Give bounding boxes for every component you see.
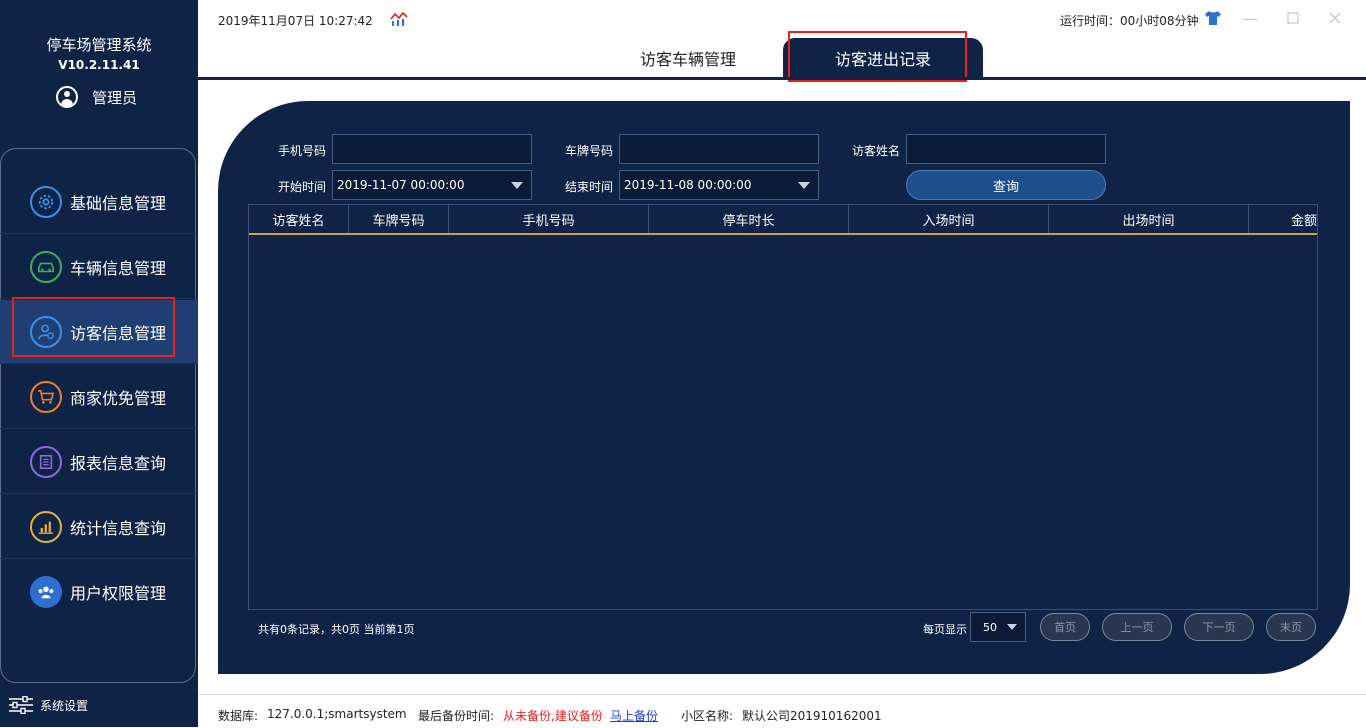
record-summary: 共有0条记录，共0页 当前第1页	[258, 623, 415, 636]
sidebar-item-basic-info[interactable]: 基础信息管理	[0, 170, 198, 234]
plate-input[interactable]	[619, 134, 819, 164]
user-avatar-icon	[56, 86, 78, 108]
visitor-name-input[interactable]	[906, 134, 1106, 164]
first-page-button[interactable]: 首页	[1040, 613, 1090, 641]
car-icon	[30, 250, 62, 283]
visitor-name-label: 访客姓名	[852, 144, 901, 158]
column-header[interactable]: 手机号码	[449, 205, 649, 233]
minimize-icon[interactable]: —	[1240, 8, 1260, 28]
column-header[interactable]: 出场时间	[1049, 205, 1249, 233]
per-page-select[interactable]: 50	[970, 612, 1026, 642]
tab-visitor-vehicle-management[interactable]: 访客车辆管理	[608, 38, 768, 78]
sidebar-item-report-query[interactable]: 报表信息查询	[0, 430, 198, 494]
sidebar-item-label: 基础信息管理	[70, 193, 167, 213]
end-time-value: 2019-11-08 00:00:00	[624, 178, 752, 192]
chart-icon[interactable]	[390, 11, 408, 27]
community-value: 默认公司201910162001	[742, 709, 882, 723]
last-page-button[interactable]: 末页	[1266, 613, 1316, 641]
sidebar-item-user-permission[interactable]: 用户权限管理	[0, 560, 198, 624]
sidebar-item-label: 统计信息查询	[70, 518, 167, 538]
user-info[interactable]: 管理员	[56, 84, 137, 110]
chevron-down-icon	[798, 182, 810, 189]
bar-chart-icon	[30, 510, 62, 543]
backup-warning: 从未备份,建议备份	[503, 709, 603, 723]
per-page-label: 每页显示	[923, 623, 967, 636]
current-datetime: 2019年11月07日 10:27:42	[218, 14, 373, 28]
plate-label: 车牌号码	[565, 144, 614, 158]
sidebar-item-merchant-discount[interactable]: 商家优免管理	[0, 365, 198, 429]
column-header[interactable]: 车牌号码	[349, 205, 449, 233]
chevron-down-icon	[1007, 624, 1017, 630]
settings-label: 系统设置	[40, 698, 89, 713]
sidebar: 停车场管理系统 V10.2.11.41 管理员 基础信息管理 车辆信息管理 访客…	[0, 0, 198, 727]
backup-label: 最后备份时间:	[418, 709, 495, 723]
users-icon	[30, 576, 62, 608]
sidebar-item-label: 报表信息查询	[70, 453, 167, 473]
app-version: V10.2.11.41	[58, 58, 140, 72]
query-button[interactable]: 查询	[906, 170, 1106, 200]
end-time-label: 结束时间	[565, 180, 614, 194]
backup-now-link[interactable]: 马上备份	[610, 707, 658, 724]
settings-sliders-icon	[9, 696, 33, 714]
sidebar-item-label: 车辆信息管理	[70, 258, 167, 278]
app-title: 停车场管理系统	[46, 36, 152, 54]
records-table: 访客姓名 车牌号码 手机号码 停车时长 入场时间 出场时间 金额	[248, 204, 1318, 610]
close-icon[interactable]	[1325, 8, 1345, 28]
start-time-value: 2019-11-07 00:00:00	[337, 178, 465, 192]
skin-icon[interactable]	[1204, 10, 1222, 26]
sidebar-item-vehicle-info[interactable]: 车辆信息管理	[0, 235, 198, 299]
next-page-button[interactable]: 下一页	[1184, 613, 1254, 641]
tab-underline	[198, 77, 1366, 80]
sidebar-item-label: 用户权限管理	[70, 584, 167, 603]
db-value: 127.0.0.1;smartsystem	[267, 707, 407, 721]
status-bar: 数据库: 127.0.0.1;smartsystem 最后备份时间: 从未备份,…	[198, 694, 1366, 728]
active-tab-highlight	[788, 31, 967, 82]
community-label: 小区名称:	[681, 709, 734, 723]
top-bar: 2019年11月07日 10:27:42 运行时间：00小时08分钟 — 访客车…	[198, 0, 1366, 82]
system-settings-button[interactable]: 系统设置	[8, 696, 88, 714]
maximize-icon[interactable]	[1283, 8, 1303, 28]
active-item-highlight	[12, 297, 175, 357]
per-page-value: 50	[983, 620, 997, 634]
db-label: 数据库:	[218, 709, 259, 723]
phone-label: 手机号码	[278, 144, 327, 158]
records-panel: 手机号码 车牌号码 访客姓名 开始时间 2019-11-07 00:00:00 …	[218, 101, 1350, 674]
sidebar-item-label: 商家优免管理	[70, 388, 167, 408]
column-header[interactable]: 入场时间	[849, 205, 1049, 233]
start-time-select[interactable]: 2019-11-07 00:00:00	[332, 170, 532, 200]
gear-icon	[30, 185, 62, 218]
phone-input[interactable]	[332, 134, 532, 164]
user-name: 管理员	[92, 88, 138, 107]
prev-page-button[interactable]: 上一页	[1102, 613, 1172, 641]
column-header[interactable]: 访客姓名	[249, 205, 349, 233]
start-time-label: 开始时间	[278, 180, 327, 194]
sidebar-item-statistics-query[interactable]: 统计信息查询	[0, 495, 198, 559]
cart-icon	[30, 380, 62, 413]
chevron-down-icon	[511, 182, 523, 189]
column-header[interactable]: 停车时长	[649, 205, 849, 233]
column-header[interactable]: 金额	[1249, 205, 1317, 233]
runtime-display: 运行时间：00小时08分钟	[1060, 14, 1199, 28]
report-icon	[30, 445, 62, 478]
end-time-select[interactable]: 2019-11-08 00:00:00	[619, 170, 819, 200]
table-header: 访客姓名 车牌号码 手机号码 停车时长 入场时间 出场时间 金额	[249, 205, 1317, 235]
